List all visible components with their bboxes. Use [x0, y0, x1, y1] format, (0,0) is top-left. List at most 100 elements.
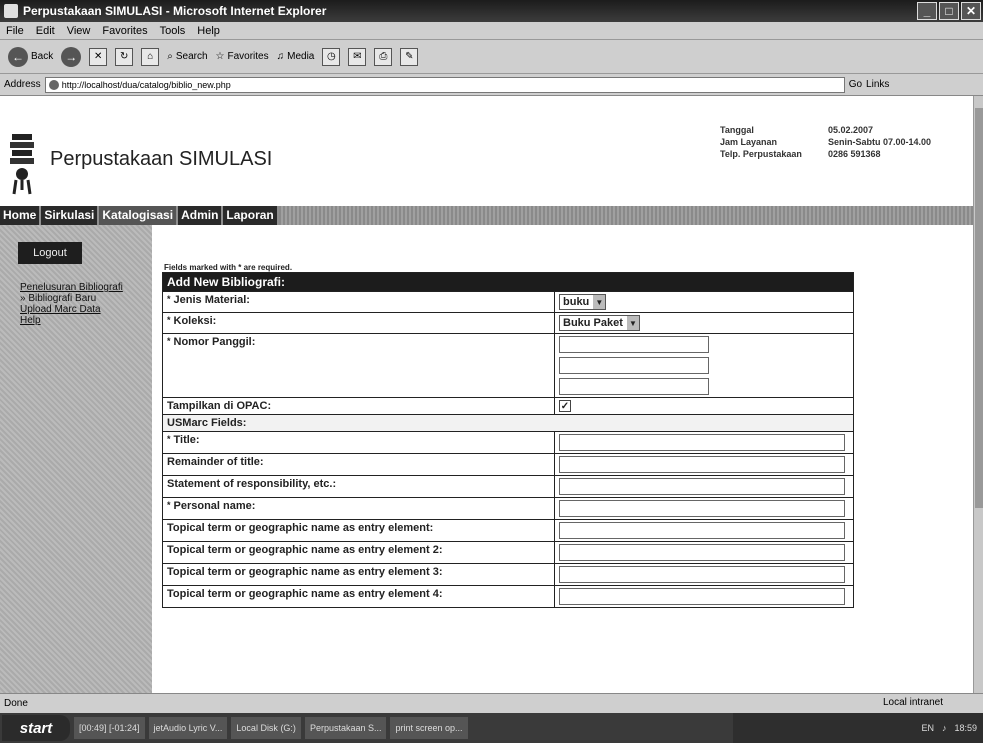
back-arrow-icon: ←	[8, 46, 28, 67]
opac-checkbox[interactable]: ✓	[559, 400, 571, 412]
form-header: Add New Bibliografi:	[162, 272, 854, 292]
links-button[interactable]: Links	[866, 79, 889, 90]
title-label: Title:	[173, 434, 200, 446]
logout-button[interactable]: Logout	[18, 242, 82, 264]
edit-icon[interactable]: ✎	[400, 47, 419, 66]
remainder-input[interactable]	[559, 456, 845, 473]
menu-view[interactable]: View	[67, 25, 91, 37]
tab-sirkulasi[interactable]: Sirkulasi	[41, 206, 98, 225]
info-phone-label: Telp. Perpustakaan	[720, 149, 802, 159]
address-input[interactable]: http://localhost/dua/catalog/biblio_new.…	[44, 76, 845, 93]
search-button[interactable]: ⌕ Search	[167, 51, 207, 62]
topical-1-label: Topical term or geographic name as entry…	[162, 519, 555, 542]
sidebar-link-help[interactable]: Help	[20, 315, 123, 326]
close-button[interactable]: ✕	[961, 2, 981, 20]
personal-name-input[interactable]	[559, 500, 845, 517]
bibliography-form: Add New Bibliografi: * Jenis Material: bu…	[162, 272, 854, 608]
form-row-topical-3: Topical term or geographic name as entry…	[162, 563, 854, 586]
opac-label: Tampilkan di OPAC:	[162, 397, 555, 415]
info-date-value: 05.02.2007	[828, 125, 874, 135]
menu-edit[interactable]: Edit	[36, 25, 55, 37]
jenis-material-label: Jenis Material:	[173, 294, 250, 306]
scrollbar-thumb[interactable]	[975, 108, 983, 508]
history-icon[interactable]: ◷	[322, 47, 341, 66]
menu-help[interactable]: Help	[197, 25, 220, 37]
window-controls: _ □ ✕	[917, 2, 981, 20]
taskbar: start [00:49] [-01:24] jetAudio Lyric V.…	[0, 713, 983, 743]
sidebar-link-upload-marc[interactable]: Upload Marc Data	[20, 304, 123, 315]
task-local-disk[interactable]: Local Disk (G:)	[231, 717, 301, 739]
topical-1-input[interactable]	[559, 522, 845, 539]
topical-2-input[interactable]	[559, 544, 845, 561]
stop-icon[interactable]: ✕	[89, 47, 108, 66]
start-button[interactable]: start	[2, 715, 70, 741]
koleksi-select[interactable]: Buku Paket ▼	[559, 315, 640, 331]
tab-home[interactable]: Home	[0, 206, 40, 225]
form-row-topical-2: Topical term or geographic name as entry…	[162, 541, 854, 564]
nomor-panggil-input-2[interactable]	[559, 357, 709, 374]
print-icon[interactable]: ⎙	[374, 47, 393, 66]
sidebar-link-bibliografi-baru[interactable]: » Bibliografi Baru	[20, 293, 123, 304]
chevron-down-icon: ▼	[593, 295, 606, 309]
task-jetaudio[interactable]: jetAudio Lyric V...	[148, 717, 228, 739]
status-text: Done	[4, 698, 28, 709]
statement-input[interactable]	[559, 478, 845, 495]
form-row-topical-1: Topical term or geographic name as entry…	[162, 519, 854, 542]
jenis-material-select[interactable]: buku ▼	[559, 294, 607, 310]
language-indicator[interactable]: EN	[921, 723, 934, 733]
mail-icon[interactable]: ✉	[348, 47, 367, 66]
nomor-panggil-input-3[interactable]	[559, 378, 709, 395]
tab-katalogisasi[interactable]: Katalogisasi	[99, 206, 177, 225]
vertical-scrollbar[interactable]	[973, 96, 983, 693]
form-row-opac: Tampilkan di OPAC: ✓	[162, 397, 854, 415]
tab-laporan[interactable]: Laporan	[223, 206, 277, 225]
topical-3-input[interactable]	[559, 566, 845, 583]
sidebar: Logout Penelusuran Bibliografi » Bibliog…	[0, 225, 152, 693]
zone-text: Local intranet	[882, 697, 943, 708]
refresh-icon[interactable]: ↻	[115, 47, 134, 66]
koleksi-label: Koleksi:	[173, 315, 217, 327]
browser-window: Perpustakaan SIMULASI - Microsoft Intern…	[0, 0, 983, 743]
task-perpustakaan[interactable]: Perpustakaan S...	[304, 717, 387, 739]
nav-filler	[278, 206, 973, 225]
nomor-panggil-input-1[interactable]	[559, 336, 709, 353]
forward-arrow-icon: →	[61, 46, 82, 67]
form-row-title: * Title:	[162, 431, 854, 454]
usmarc-header-row: USMarc Fields:	[162, 414, 854, 432]
title-bar: Perpustakaan SIMULASI - Microsoft Intern…	[0, 0, 983, 22]
info-phone-value: 0286 591368	[828, 149, 881, 159]
minimize-button[interactable]: _	[917, 2, 937, 20]
go-button[interactable]: Go	[849, 79, 862, 90]
media-button[interactable]: ♫ Media	[277, 51, 315, 62]
form-header-row: Add New Bibliografi:	[162, 272, 854, 292]
back-button[interactable]: ← Back	[8, 46, 53, 67]
system-tray: EN ♪ 18:59	[733, 713, 983, 743]
task-media-player[interactable]: [00:49] [-01:24]	[74, 717, 145, 739]
menu-file[interactable]: File	[6, 25, 24, 37]
form-row-jenis-material: * Jenis Material: buku ▼	[162, 291, 854, 313]
topical-2-label: Topical term or geographic name as entry…	[162, 541, 555, 564]
menu-tools[interactable]: Tools	[160, 25, 186, 37]
menu-favorites[interactable]: Favorites	[102, 25, 147, 37]
title-input[interactable]	[559, 434, 845, 451]
form-row-personal-name: * Personal name:	[162, 497, 854, 520]
forward-button[interactable]: →	[61, 46, 82, 67]
library-logo-icon	[10, 134, 34, 195]
favorites-button[interactable]: ☆ Favorites	[216, 51, 269, 62]
media-icon: ♫	[276, 51, 285, 62]
maximize-button[interactable]: □	[939, 2, 959, 20]
topical-3-label: Topical term or geographic name as entry…	[162, 563, 555, 586]
topical-4-input[interactable]	[559, 588, 845, 605]
page-content: Perpustakaan SIMULASI Tanggal 05.02.2007 …	[0, 96, 973, 693]
sidebar-link-penelusuran[interactable]: Penelusuran Bibliografi	[20, 282, 123, 293]
task-print-screen[interactable]: print screen op...	[390, 717, 468, 739]
site-title: Perpustakaan SIMULASI	[50, 148, 273, 170]
library-info: Tanggal 05.02.2007 Jam Layanan Senin-Sabtu…	[720, 124, 931, 160]
volume-icon[interactable]: ♪	[942, 723, 947, 733]
form-row-koleksi: * Koleksi: Buku Paket ▼	[162, 312, 854, 334]
tab-admin[interactable]: Admin	[178, 206, 222, 225]
ie-icon	[4, 4, 18, 18]
home-icon[interactable]: ⌂	[141, 47, 160, 66]
search-icon: ⌕	[167, 51, 173, 62]
info-date-label: Tanggal	[720, 125, 754, 135]
